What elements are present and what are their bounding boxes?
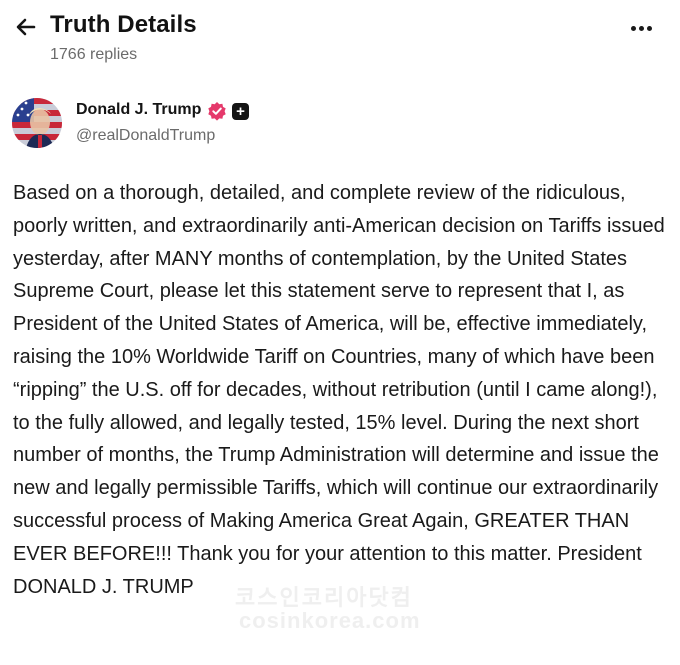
verified-badge-icon bbox=[208, 102, 226, 121]
replies-count: 1766 replies bbox=[50, 46, 138, 63]
more-dot bbox=[638, 25, 644, 31]
back-button[interactable] bbox=[10, 12, 42, 42]
more-options-button[interactable] bbox=[624, 16, 658, 40]
more-horizontal-icon bbox=[630, 25, 636, 31]
author-handle[interactable]: @realDonaldTrump bbox=[76, 127, 215, 145]
plus-badge-icon: + bbox=[232, 103, 249, 120]
post-text: Based on a thorough, detailed, and compl… bbox=[13, 182, 665, 598]
arrow-left-icon bbox=[16, 18, 36, 36]
avatar-image bbox=[12, 98, 62, 148]
page-title: Truth Details bbox=[50, 11, 197, 38]
avatar[interactable] bbox=[12, 98, 62, 148]
more-dot bbox=[646, 25, 652, 31]
author-name[interactable]: Donald J. Trump bbox=[76, 101, 201, 119]
watermark-domain: cosinkorea.com bbox=[239, 608, 421, 633]
post-author: Donald J. Trump + @realDonaldTrump bbox=[0, 92, 680, 154]
page-header: Truth Details 1766 replies bbox=[0, 0, 680, 80]
